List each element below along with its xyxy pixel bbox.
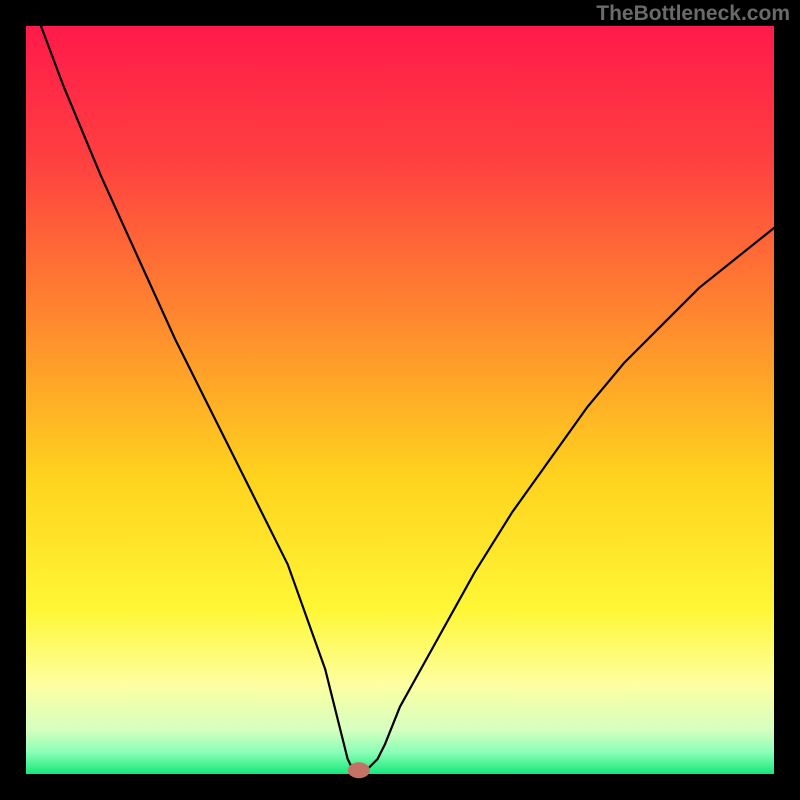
chart-container: TheBottleneck.com: [0, 0, 800, 800]
watermark-text: TheBottleneck.com: [596, 2, 790, 26]
bottleneck-chart: [0, 0, 800, 800]
